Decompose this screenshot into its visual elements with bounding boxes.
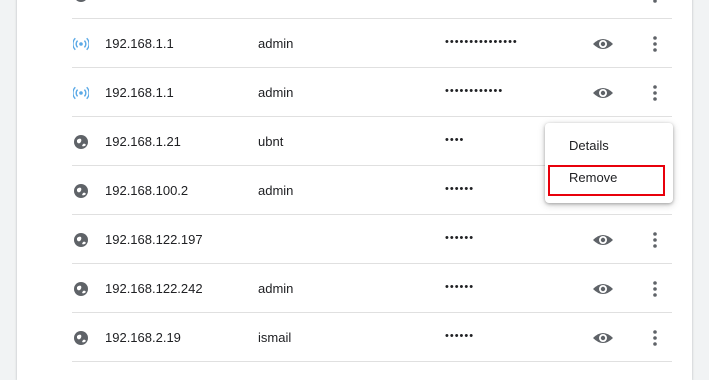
- site-address: 192.168.1.1: [105, 36, 174, 51]
- username: admin: [258, 36, 294, 51]
- password-row: 192.168.122.242 admin ••••••: [72, 264, 672, 313]
- more-actions-icon[interactable]: [646, 0, 664, 5]
- more-actions-icon[interactable]: [646, 279, 664, 299]
- site-address: 192.168.2.19: [105, 330, 181, 345]
- password-row: 192.168.122.197 ••••••: [72, 215, 672, 264]
- password-row: 192.168.1.1 admin ••••••••••••: [72, 68, 672, 117]
- more-actions-icon[interactable]: [646, 34, 664, 54]
- menu-item-remove[interactable]: Remove: [545, 163, 673, 193]
- context-menu: Details Remove: [545, 123, 673, 203]
- show-password-icon[interactable]: [591, 0, 615, 6]
- menu-item-details[interactable]: Details: [545, 131, 673, 161]
- password-row: 192.168.2.19 ismail ••••••: [72, 313, 672, 362]
- password-row: 192.168.1.1 admin •••••••••••••••: [72, 19, 672, 68]
- globe-icon: [73, 183, 89, 199]
- show-password-icon[interactable]: [591, 327, 615, 349]
- site-address: 192.168.100.2: [105, 183, 189, 198]
- masked-password: ••••••: [445, 330, 475, 342]
- site-address: 192.168.1.21: [105, 134, 181, 149]
- username: ismail: [258, 330, 292, 345]
- username: admin: [258, 183, 294, 198]
- site-address: 192.168.1.1: [105, 85, 174, 100]
- masked-password: ••••••: [445, 183, 475, 195]
- password-row-partial: [72, 0, 672, 19]
- masked-password: ••••••: [445, 281, 475, 293]
- show-password-icon[interactable]: [591, 33, 615, 55]
- masked-password: ••••••: [445, 232, 475, 244]
- more-actions-icon[interactable]: [646, 83, 664, 103]
- wifi-icon: [73, 85, 89, 101]
- masked-password: ••••: [445, 134, 465, 146]
- more-actions-icon[interactable]: [646, 328, 664, 348]
- show-password-icon[interactable]: [591, 229, 615, 251]
- site-address: 192.168.122.242: [105, 281, 203, 296]
- masked-password: •••••••••••••••: [445, 36, 518, 48]
- globe-icon: [73, 134, 89, 150]
- username: ubnt: [258, 134, 284, 149]
- username: admin: [258, 85, 294, 100]
- show-password-icon[interactable]: [591, 82, 615, 104]
- more-actions-icon[interactable]: [646, 230, 664, 250]
- globe-icon: [73, 232, 89, 248]
- globe-icon: [73, 281, 89, 297]
- site-address: 192.168.122.197: [105, 232, 203, 247]
- globe-icon: [73, 0, 89, 3]
- username: admin: [258, 281, 294, 296]
- masked-password: ••••••••••••: [445, 85, 504, 97]
- show-password-icon[interactable]: [591, 278, 615, 300]
- globe-icon: [73, 330, 89, 346]
- wifi-icon: [73, 36, 89, 52]
